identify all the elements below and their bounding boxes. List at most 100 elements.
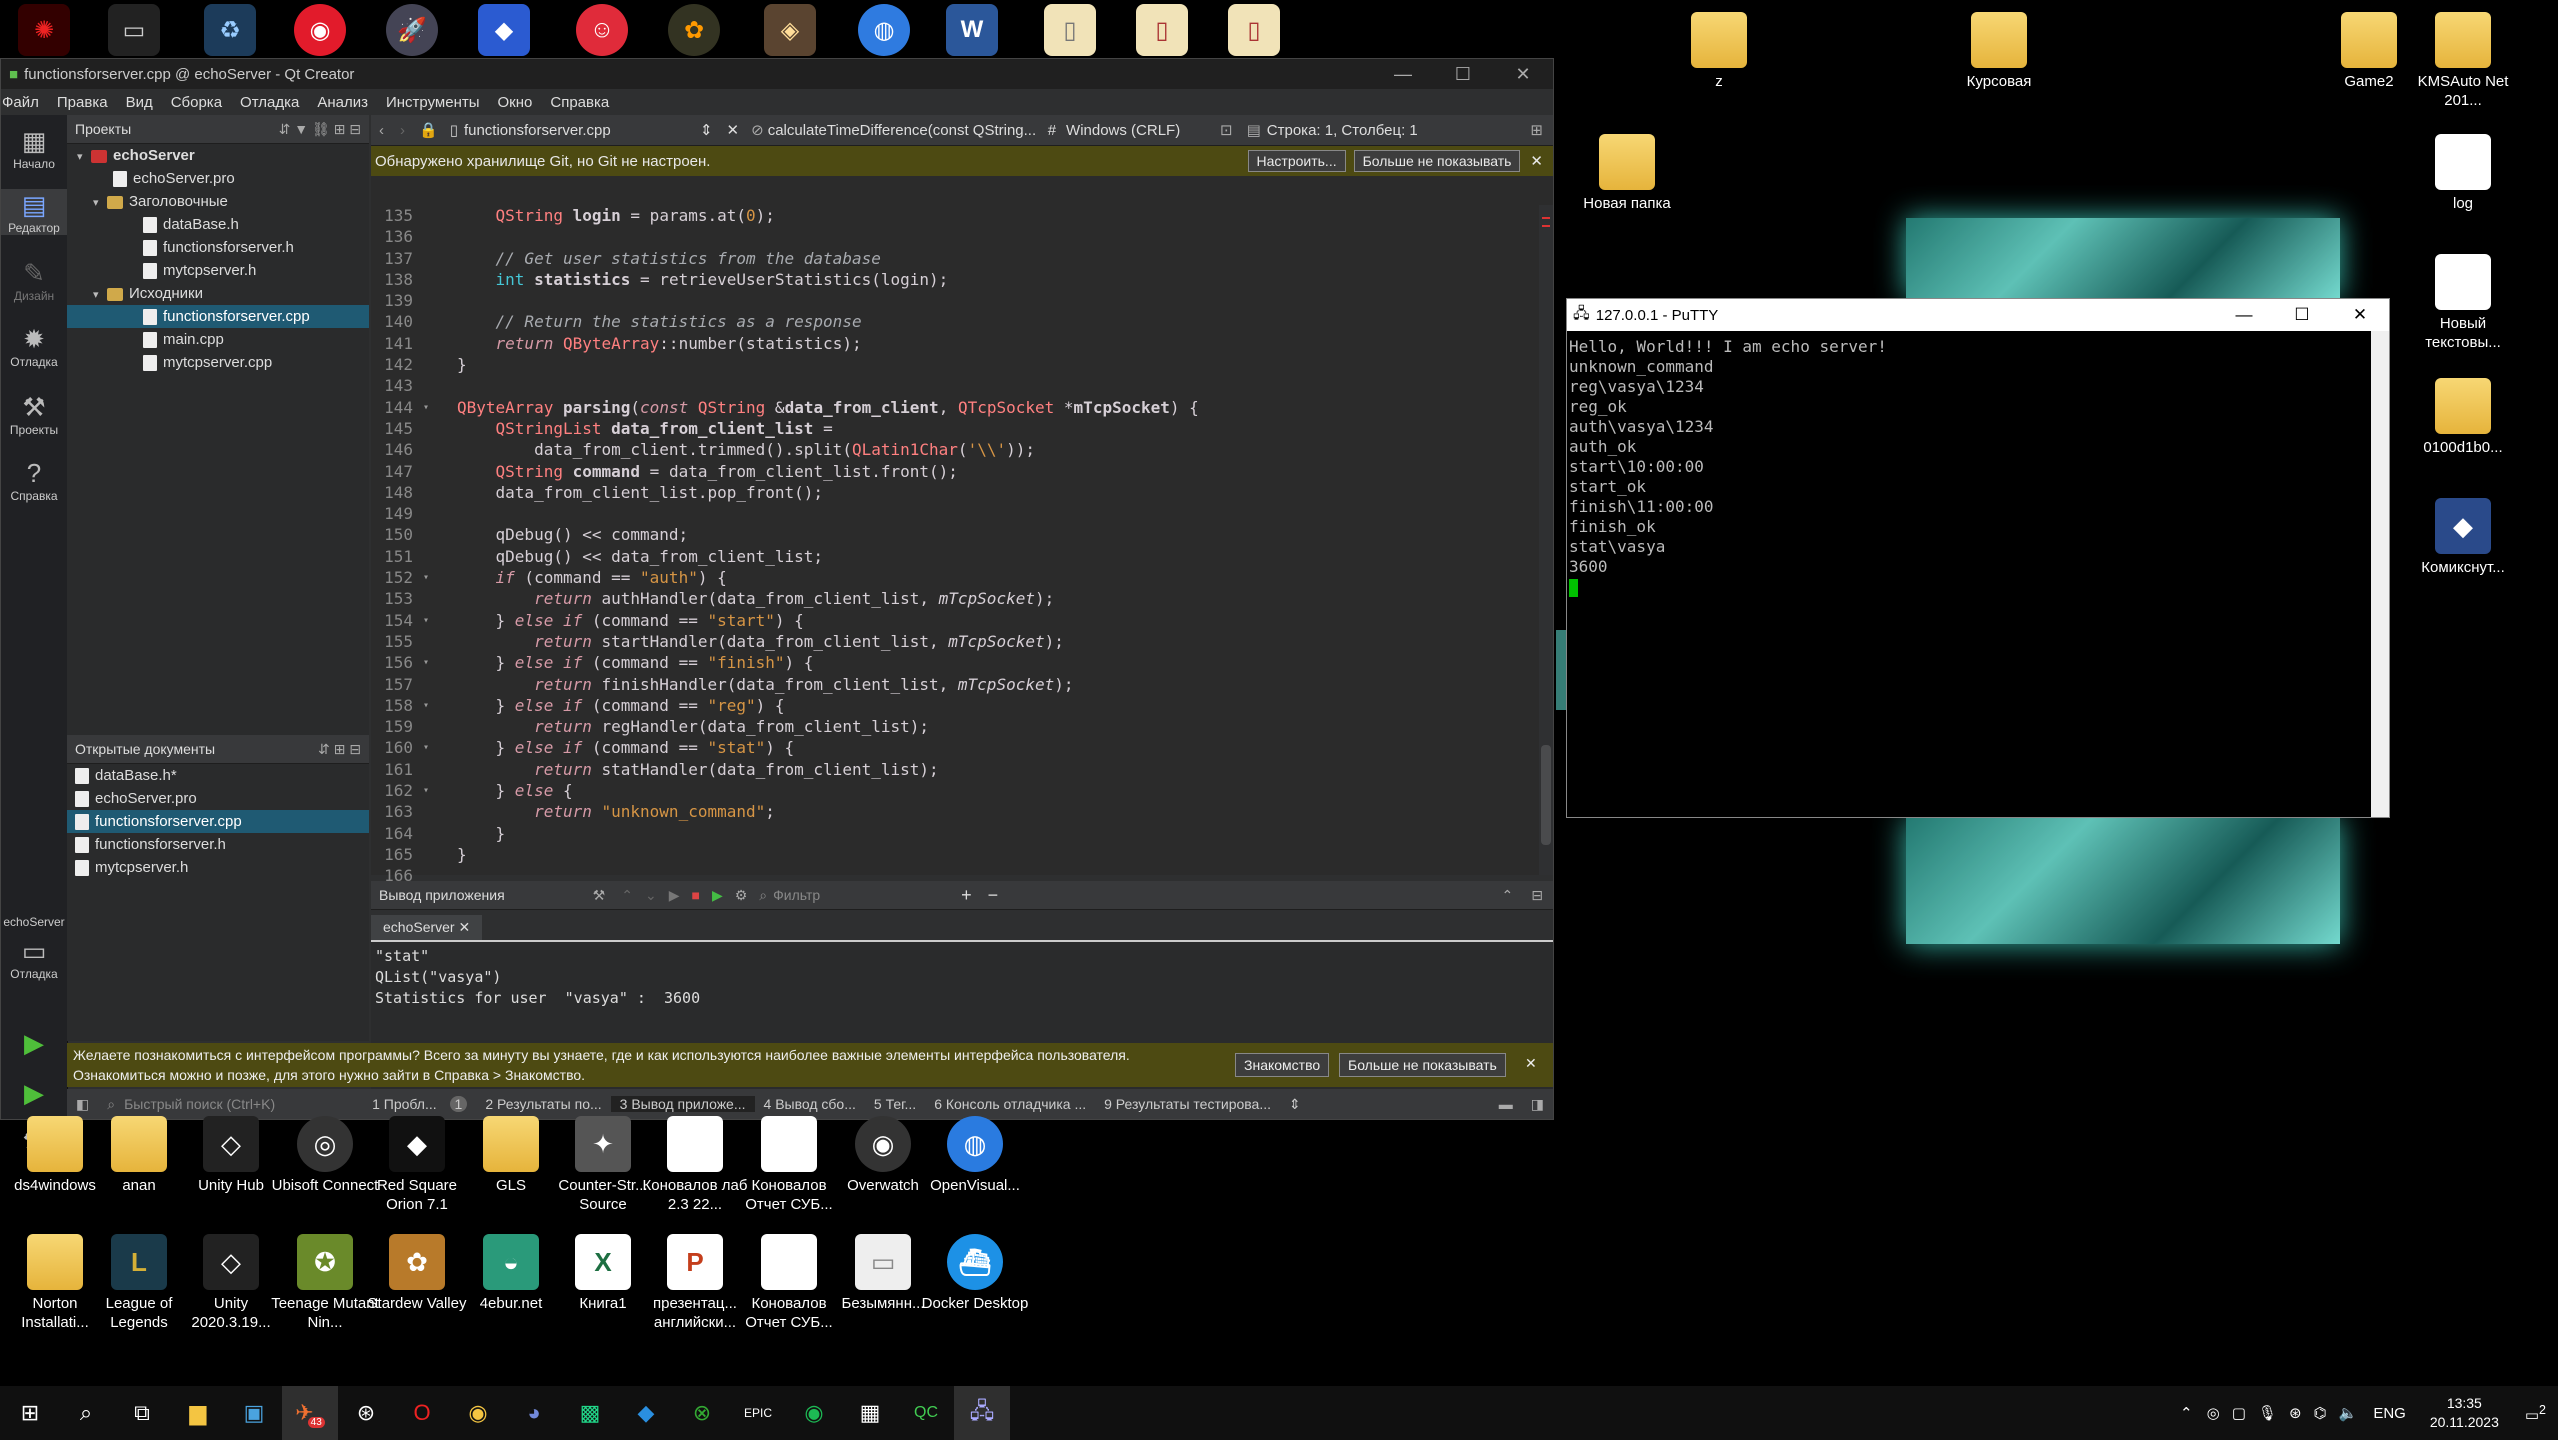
taskbar-spotify[interactable]: ◉ (786, 1386, 842, 1440)
close-pane-icon[interactable]: ⊟ (1521, 887, 1553, 904)
recycle-bin-icon[interactable]: ♻ (204, 4, 256, 56)
forward-icon[interactable]: › (392, 122, 413, 139)
taskbar-discord[interactable]: ◕ (506, 1386, 562, 1440)
window-titlebar[interactable]: ■ functionsforserver.cpp @ echoServer - … (1, 59, 1553, 89)
network-icon[interactable]: ⌬ (2308, 1404, 2333, 1422)
menu-analyze[interactable]: Анализ (308, 94, 377, 111)
taskbar-qt-creator[interactable]: QC (898, 1386, 954, 1440)
rocket-icon[interactable]: 🚀 (386, 4, 438, 56)
menu-file[interactable]: Файл (0, 94, 48, 111)
run-button[interactable]: ▶ (1, 1027, 67, 1059)
symbol-selector[interactable]: calculateTimeDifference(const QString... (768, 122, 1038, 139)
tree-item[interactable]: mytcpserver.cpp (67, 351, 369, 374)
rerun-icon[interactable]: ▶ (663, 887, 686, 904)
taskbar-putty[interactable]: 🖧 (954, 1386, 1010, 1440)
tree-item[interactable]: dataBase.h (67, 213, 369, 236)
settings-icon[interactable]: ⚙ (729, 887, 754, 904)
pane-tools-icon[interactable]: ⇵ ⊞ ⊟ (318, 741, 369, 758)
mode-help[interactable]: ? Справка (1, 457, 67, 503)
tree-item[interactable]: mytcpserver.h (67, 259, 369, 282)
output-filter-input[interactable]: Фильтр (773, 887, 953, 903)
down-icon[interactable]: ⌄ (639, 887, 663, 904)
status-tab-app-output[interactable]: 3 Вывод приложе... (610, 1096, 755, 1112)
dont-show-welcome-button[interactable]: Больше не показывать (1339, 1053, 1506, 1077)
microphone-icon[interactable]: 🎙 (2252, 1404, 2283, 1422)
desktop-icon-log[interactable]: log (2408, 134, 2518, 213)
desktop-icon-kmsauto[interactable]: KMSAuto Net 201... (2408, 12, 2518, 110)
pane-tools-icon[interactable]: ⇵ ▼ ⛓ ⊞ ⊟ (279, 121, 369, 138)
file-icon[interactable]: ▯ (1044, 4, 1096, 56)
fold-marker-icon[interactable]: ▾ (423, 567, 429, 588)
smile-icon[interactable]: ☺ (576, 4, 628, 56)
configure-git-button[interactable]: Настроить... (1247, 150, 1346, 172)
debug-run-button[interactable]: ▶ (1, 1077, 67, 1109)
mode-welcome[interactable]: ▦ Начало (1, 125, 67, 171)
start-button[interactable]: ⊞ (2, 1386, 58, 1440)
status-tab-terminal[interactable]: 5 Тег... (865, 1096, 925, 1112)
desktop-icon-z[interactable]: z (1664, 12, 1774, 91)
close-infobar-icon[interactable]: ✕ (1520, 152, 1553, 170)
open-doc-item[interactable]: functionsforserver.h (67, 833, 369, 856)
minimize-button[interactable]: — (2215, 305, 2273, 325)
fold-marker-icon[interactable]: ▾ (423, 737, 429, 758)
cursor-position[interactable]: Строка: 1, Столбец: 1 (1267, 122, 1418, 139)
notification-center[interactable]: ▭2 (2513, 1403, 2558, 1424)
split-editor-icon[interactable]: ⊞ (1530, 121, 1553, 139)
line-ending-selector[interactable]: Windows (CRLF) (1066, 122, 1212, 139)
output-tab[interactable]: echoServer ✕ (371, 915, 483, 940)
split-icon[interactable]: ⊡ (1212, 121, 1241, 139)
debug-run-icon[interactable]: ▶ (706, 887, 729, 904)
desktop-icon[interactable]: ⛴ Docker Desktop (920, 1234, 1030, 1313)
code-area[interactable]: 135 136 137 138 139 140 141 142 143 144 ▾ 145 146 147… (371, 205, 1553, 885)
code-text[interactable]: QString login = params.at(0); // Get use… (457, 205, 1533, 887)
fold-marker-icon[interactable]: ▾ (423, 780, 429, 801)
fl-studio-icon[interactable]: ✿ (668, 4, 720, 56)
tray-app-icon[interactable]: ▢ (2226, 1404, 2252, 1422)
close-tab-icon[interactable]: ✕ (458, 919, 470, 935)
tree-item[interactable]: main.cpp (67, 328, 369, 351)
status-tab-tests[interactable]: 9 Результаты тестирова... (1095, 1096, 1280, 1112)
putty-scrollbar[interactable] (2371, 331, 2389, 817)
tree-item[interactable]: ▾ Исходники (67, 282, 369, 305)
open-doc-item[interactable]: functionsforserver.cpp (67, 810, 369, 833)
desktop-icon-new-folder[interactable]: Новая папка (1572, 134, 1682, 213)
taskbar-steam[interactable]: ⊛ (338, 1386, 394, 1440)
mode-edit[interactable]: ▤ Редактор (1, 189, 67, 235)
open-doc-item[interactable]: echoServer.pro (67, 787, 369, 810)
sidebar-toggle-icon[interactable]: ◧ (67, 1096, 98, 1113)
volume-icon[interactable]: 🔈 (2333, 1404, 2364, 1422)
close-button[interactable]: ✕ (1493, 64, 1553, 85)
language-indicator[interactable]: ENG (2363, 1405, 2416, 1422)
menu-build[interactable]: Сборка (162, 94, 231, 111)
fold-marker-icon[interactable]: ▾ (423, 695, 429, 716)
add-icon[interactable]: + (953, 885, 980, 906)
tour-button[interactable]: Знакомство (1235, 1053, 1330, 1077)
putty-titlebar[interactable]: 🖧 127.0.0.1 - PuTTY — ☐ ✕ (1567, 299, 2389, 331)
maximize-button[interactable]: ☐ (1433, 64, 1493, 85)
taskbar-app[interactable]: ◆ (618, 1386, 674, 1440)
file-icon[interactable]: ▯ (1228, 4, 1280, 56)
taskbar-app[interactable]: ▦ (842, 1386, 898, 1440)
taskbar-app[interactable]: ▣ (226, 1386, 282, 1440)
up-icon[interactable]: ⌃ (615, 887, 639, 904)
menu-debug[interactable]: Отладка (231, 94, 308, 111)
tree-item[interactable]: functionsforserver.h (67, 236, 369, 259)
file-selector[interactable]: functionsforserver.cpp (464, 122, 694, 139)
fold-marker-icon[interactable]: ▾ (423, 397, 429, 418)
task-view-button[interactable]: ⧉ (114, 1386, 170, 1440)
tree-item[interactable]: ▾ echoServer (67, 144, 369, 167)
status-tab-search[interactable]: 2 Результаты по... (476, 1096, 610, 1112)
desktop-icon-kursovaya[interactable]: Курсовая (1944, 12, 2054, 91)
dont-show-git-button[interactable]: Больше не показывать (1353, 150, 1521, 172)
maximize-button[interactable]: ☐ (2273, 305, 2331, 325)
mode-projects[interactable]: ⚒ Проекты (1, 391, 67, 437)
desktop-icon[interactable]: ◍ OpenVisual... (920, 1116, 1030, 1195)
steam-tray-icon[interactable]: ⊛ (2283, 1404, 2308, 1422)
kit-selector[interactable]: echoServer ▭ Отладка (1, 915, 67, 981)
desktop-icon-0100d1b0[interactable]: 0100d1b0... (2408, 378, 2518, 457)
menu-window[interactable]: Окно (489, 94, 542, 111)
menu-tools[interactable]: Инструменты (377, 94, 489, 111)
tree-item[interactable]: functionsforserver.cpp (67, 305, 369, 328)
globe-icon[interactable]: ◍ (858, 4, 910, 56)
taskbar-pycharm[interactable]: ▩ (562, 1386, 618, 1440)
